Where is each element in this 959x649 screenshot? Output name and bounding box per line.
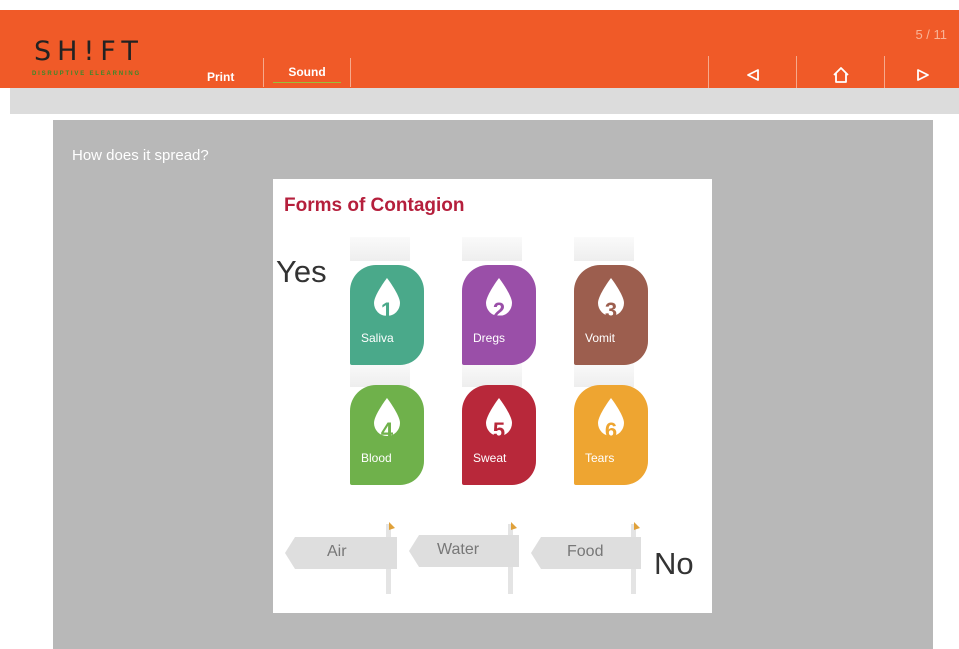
form-tag-dregs: 2 Dregs	[462, 265, 536, 365]
form-number: 3	[604, 298, 618, 323]
tag-shadow	[350, 363, 410, 387]
sign-air: Air	[285, 537, 397, 569]
sound-button-label: Sound	[288, 65, 326, 79]
contagion-infographic: Forms of Contagion Yes No 1 Saliva 2 Dre…	[273, 179, 712, 613]
top-bar: SH!FT DISRUPTIVE ELEARNING Print Sound 5…	[0, 10, 959, 94]
logo-tagline: DISRUPTIVE ELEARNING	[32, 71, 142, 77]
page-counter: 5 / 11	[915, 27, 947, 42]
form-label: Saliva	[361, 331, 394, 345]
print-button[interactable]: Print	[207, 70, 234, 84]
form-label: Dregs	[473, 331, 506, 345]
sound-active-underline	[273, 82, 341, 83]
signpost-flag	[634, 522, 640, 530]
form-tag-saliva: 1 Saliva	[350, 265, 424, 365]
slide-content: How does it spread? Forms of Contagion Y…	[53, 120, 933, 649]
form-tag-sweat: 5 Sweat	[462, 385, 536, 485]
sub-header-bar	[10, 88, 959, 114]
form-number: 2	[492, 298, 506, 323]
form-number: 1	[380, 298, 394, 323]
form-number: 4	[380, 418, 394, 443]
no-label: No	[654, 546, 694, 581]
signpost-flag	[389, 522, 395, 530]
triangle-left-icon	[747, 69, 759, 81]
form-label: Blood	[361, 451, 392, 465]
form-label: Vomit	[585, 331, 616, 345]
sign-water: Water	[409, 535, 519, 567]
sign-food: Food	[531, 537, 641, 569]
sound-button[interactable]: Sound	[263, 58, 351, 87]
form-number: 6	[604, 418, 618, 443]
shift-logo: SH!FT	[34, 36, 144, 67]
sign-label: Air	[327, 543, 347, 560]
signpost-flag	[511, 522, 517, 530]
infographic-title: Forms of Contagion	[284, 195, 465, 216]
yes-label: Yes	[276, 254, 327, 289]
form-tag-tears: 6 Tears	[574, 385, 648, 485]
triangle-right-icon	[916, 69, 929, 81]
form-tag-vomit: 3 Vomit	[574, 265, 648, 365]
form-tag-blood: 4 Blood	[350, 385, 424, 485]
sign-label: Water	[437, 541, 480, 558]
tag-shadow	[350, 237, 410, 261]
form-number: 5	[492, 418, 506, 443]
form-label: Sweat	[473, 451, 507, 465]
slide-question: How does it spread?	[72, 147, 209, 164]
home-icon	[833, 67, 849, 83]
tag-shadow	[574, 363, 634, 387]
tag-shadow	[462, 237, 522, 261]
tag-shadow	[574, 237, 634, 261]
sign-label: Food	[567, 543, 604, 560]
form-label: Tears	[585, 451, 615, 465]
tag-shadow	[462, 363, 522, 387]
